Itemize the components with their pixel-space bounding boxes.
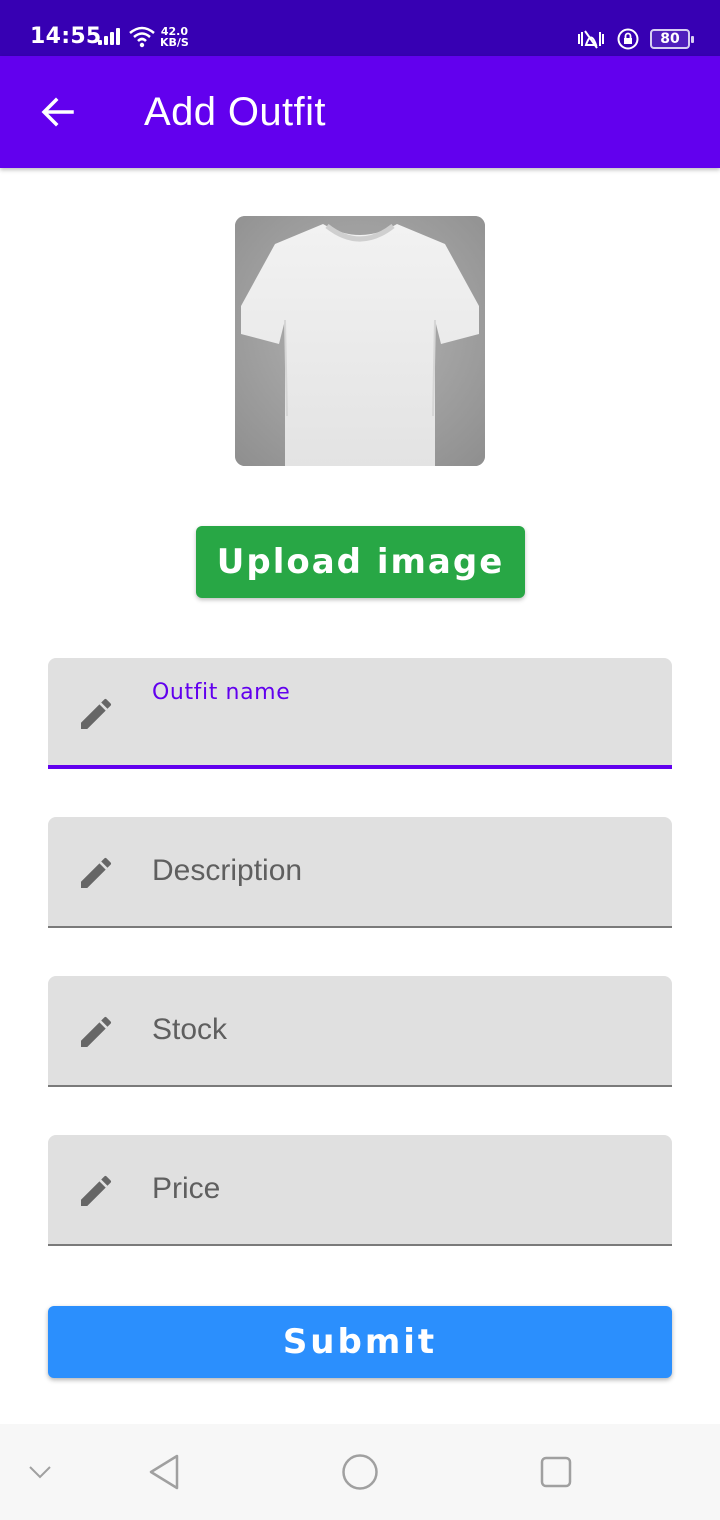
submit-button[interactable]: Submit [48, 1306, 672, 1378]
app-bar: Add Outfit [0, 56, 720, 168]
price-placeholder: Price [152, 1172, 221, 1205]
status-time: 14:55 [30, 24, 102, 49]
arrow-back-icon [41, 97, 74, 127]
wifi-icon [129, 26, 155, 48]
product-image [235, 216, 485, 466]
outfit-name-field[interactable]: Outfit name [48, 658, 672, 769]
nav-back-button[interactable] [140, 1448, 188, 1496]
nav-recents-button[interactable] [532, 1448, 580, 1496]
vibrate-icon [578, 30, 604, 49]
status-bar: 14:55 42.0 KB/S 80 [0, 0, 720, 56]
navigation-bar [0, 1424, 720, 1520]
signal-icon [98, 27, 122, 47]
price-field[interactable]: Price [48, 1135, 672, 1246]
recents-square-icon [540, 1456, 572, 1488]
description-placeholder: Description [152, 854, 303, 887]
status-right-icons: 80 [576, 26, 694, 52]
chevron-down-icon [29, 1466, 51, 1479]
home-circle-icon [342, 1454, 378, 1490]
battery-icon: 80 [650, 29, 694, 49]
nav-home-button[interactable] [336, 1448, 384, 1496]
pencil-icon [81, 1175, 112, 1206]
pencil-icon [81, 857, 112, 888]
page-title: Add Outfit [144, 90, 326, 134]
tshirt-image [235, 216, 485, 466]
description-field[interactable]: Description [48, 817, 672, 928]
back-button[interactable] [28, 82, 88, 142]
status-left-icons: 42.0 KB/S [98, 24, 189, 50]
outfit-name-label: Outfit name [152, 680, 291, 705]
back-triangle-icon [149, 1454, 179, 1490]
collapse-button[interactable] [16, 1448, 64, 1496]
stock-field[interactable]: Stock [48, 976, 672, 1087]
rotation-lock-icon [617, 28, 639, 50]
upload-image-button[interactable]: Upload image [196, 526, 525, 598]
net-speed-unit: KB/S [160, 36, 189, 49]
net-speed: 42.0 KB/S [160, 26, 189, 48]
pencil-icon [81, 698, 112, 729]
stock-placeholder: Stock [152, 1013, 228, 1046]
pencil-icon [81, 1016, 112, 1047]
